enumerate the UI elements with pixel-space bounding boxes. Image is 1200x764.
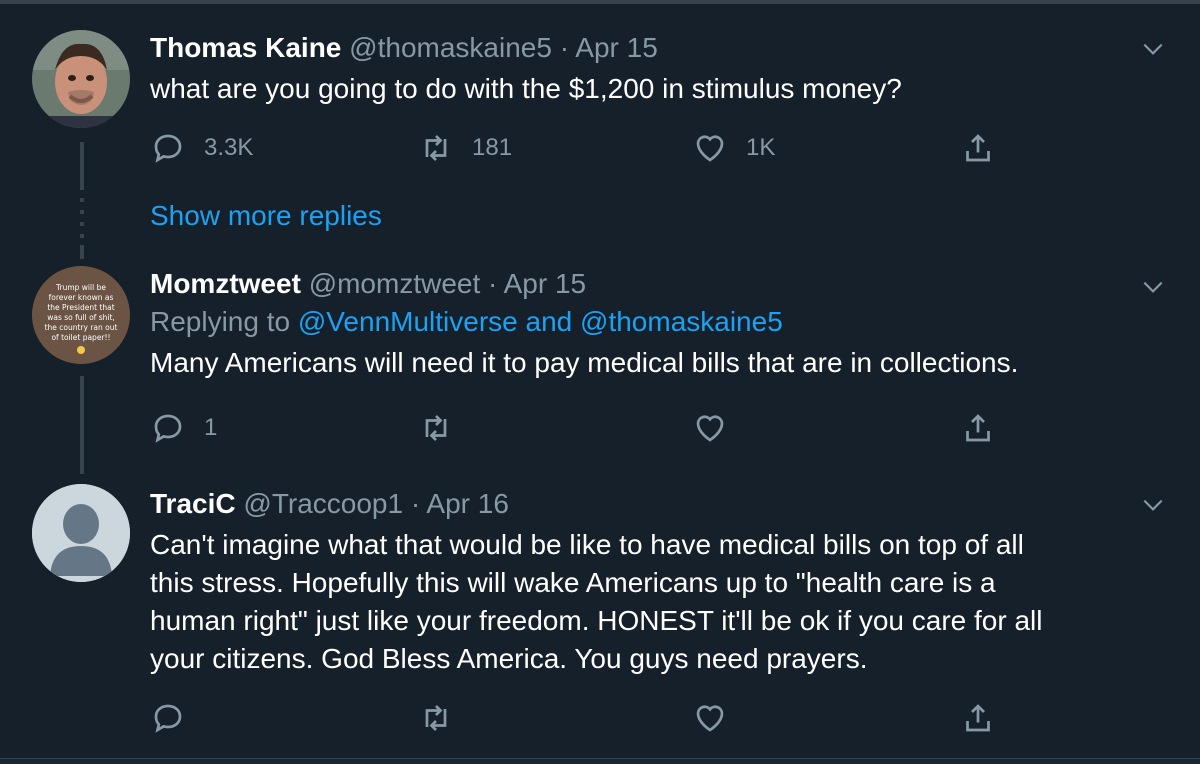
tweet-header: Momztweet @momztweet · Apr 15: [150, 266, 1140, 302]
separator: ·: [559, 32, 570, 63]
tweet-date[interactable]: Apr 15: [504, 268, 587, 299]
reply-count: 1: [204, 414, 218, 441]
tweet[interactable]: TraciC @Traccoop1 · Apr 16 Can't imagine…: [0, 474, 1200, 758]
display-name[interactable]: TraciC: [150, 488, 236, 519]
reply-count: 3.3K: [204, 134, 254, 161]
separator: ·: [488, 268, 498, 299]
retweet-count: 181: [472, 134, 513, 161]
display-name[interactable]: Thomas Kaine: [150, 32, 341, 63]
tweet-text-line: human right" just like your freedom. HON…: [150, 605, 1043, 636]
separator: ·: [410, 488, 421, 519]
svg-text:Trump will be: Trump will be: [55, 283, 106, 292]
thread-dots: [80, 198, 84, 246]
reply-button[interactable]: 3.3K: [150, 128, 253, 168]
avatar[interactable]: [32, 30, 130, 128]
svg-text:forever known as: forever known as: [49, 293, 114, 302]
heart-icon: [696, 705, 724, 732]
tweet-text: what are you going to do with the $1,200…: [150, 73, 902, 104]
retweet-icon: [425, 415, 447, 441]
reply-button[interactable]: [150, 698, 186, 738]
tweet-text-line: your citizens. God Bless America. You gu…: [150, 643, 868, 674]
replying-prefix: Replying to: [150, 306, 291, 337]
like-button[interactable]: [692, 408, 728, 448]
thread-line: [80, 245, 84, 259]
tweet-header: Thomas Kaine @thomaskaine5 · Apr 15: [150, 30, 1140, 66]
tweet-text-line: Can't imagine what that would be like to…: [150, 529, 1024, 560]
svg-text:of toilet paper!!: of toilet paper!!: [51, 333, 110, 342]
retweet-button[interactable]: 181: [418, 128, 512, 168]
show-more-replies-link[interactable]: Show more replies: [150, 198, 382, 234]
tweet-text-line: this stress. Hopefully this will wake Am…: [150, 567, 996, 598]
tweet-date[interactable]: Apr 15: [575, 32, 658, 63]
like-button[interactable]: 1K: [692, 128, 775, 168]
replying-and: and: [525, 306, 573, 337]
svg-text:the country ran out: the country ran out: [45, 323, 118, 332]
tweet-text: Can't imagine what that would be like to…: [150, 526, 1140, 678]
user-handle[interactable]: @thomaskaine5: [349, 32, 552, 63]
tweet-actions: 3.3K 181 1K: [150, 128, 1010, 168]
heart-icon: [696, 135, 724, 162]
chevron-down-icon[interactable]: [1140, 36, 1166, 62]
reply-icon: [154, 704, 182, 733]
replying-to: Replying to @VennMultiverse and @thomask…: [150, 304, 1140, 340]
share-button[interactable]: [960, 408, 996, 448]
user-handle[interactable]: @momztweet: [309, 268, 481, 299]
like-count: 1K: [746, 134, 776, 161]
svg-text:was so full of shit,: was so full of shit,: [47, 313, 115, 322]
retweet-icon: [425, 135, 447, 161]
bottom-divider: [0, 758, 1200, 764]
tweet-actions: [150, 698, 1010, 738]
retweet-button[interactable]: [418, 408, 454, 448]
heart-icon: [696, 415, 724, 442]
share-button[interactable]: [960, 128, 996, 168]
user-handle[interactable]: @Traccoop1: [243, 488, 403, 519]
tweet-text: Many Americans will need it to pay medic…: [150, 347, 1019, 378]
avatar[interactable]: [32, 484, 130, 582]
reply-icon: [154, 414, 182, 443]
like-button[interactable]: [692, 698, 728, 738]
avatar[interactable]: Trump will be forever known as the Presi…: [32, 266, 130, 364]
chevron-down-icon[interactable]: [1140, 274, 1166, 300]
share-button[interactable]: [960, 698, 996, 738]
tweet-date[interactable]: Apr 16: [426, 488, 509, 519]
tweet-header: TraciC @Traccoop1 · Apr 16: [150, 486, 1140, 522]
svg-text:the President that: the President that: [47, 303, 114, 312]
mention-link[interactable]: @thomaskaine5: [580, 306, 783, 337]
retweet-button[interactable]: [418, 698, 454, 738]
reply-button[interactable]: 1: [150, 408, 217, 448]
tweet[interactable]: Trump will be forever known as the Presi…: [0, 258, 1200, 473]
mention-link[interactable]: @VennMultiverse: [298, 306, 518, 337]
share-icon: [966, 134, 990, 162]
retweet-icon: [425, 705, 447, 731]
tweet-actions: 1: [150, 408, 1010, 448]
share-icon: [966, 414, 990, 442]
tweet[interactable]: Thomas Kaine @thomaskaine5 · Apr 15 what…: [0, 0, 1200, 190]
chevron-down-icon[interactable]: [1140, 492, 1166, 518]
reply-icon: [154, 134, 182, 163]
display-name[interactable]: Momztweet: [150, 268, 301, 299]
share-icon: [966, 704, 990, 732]
